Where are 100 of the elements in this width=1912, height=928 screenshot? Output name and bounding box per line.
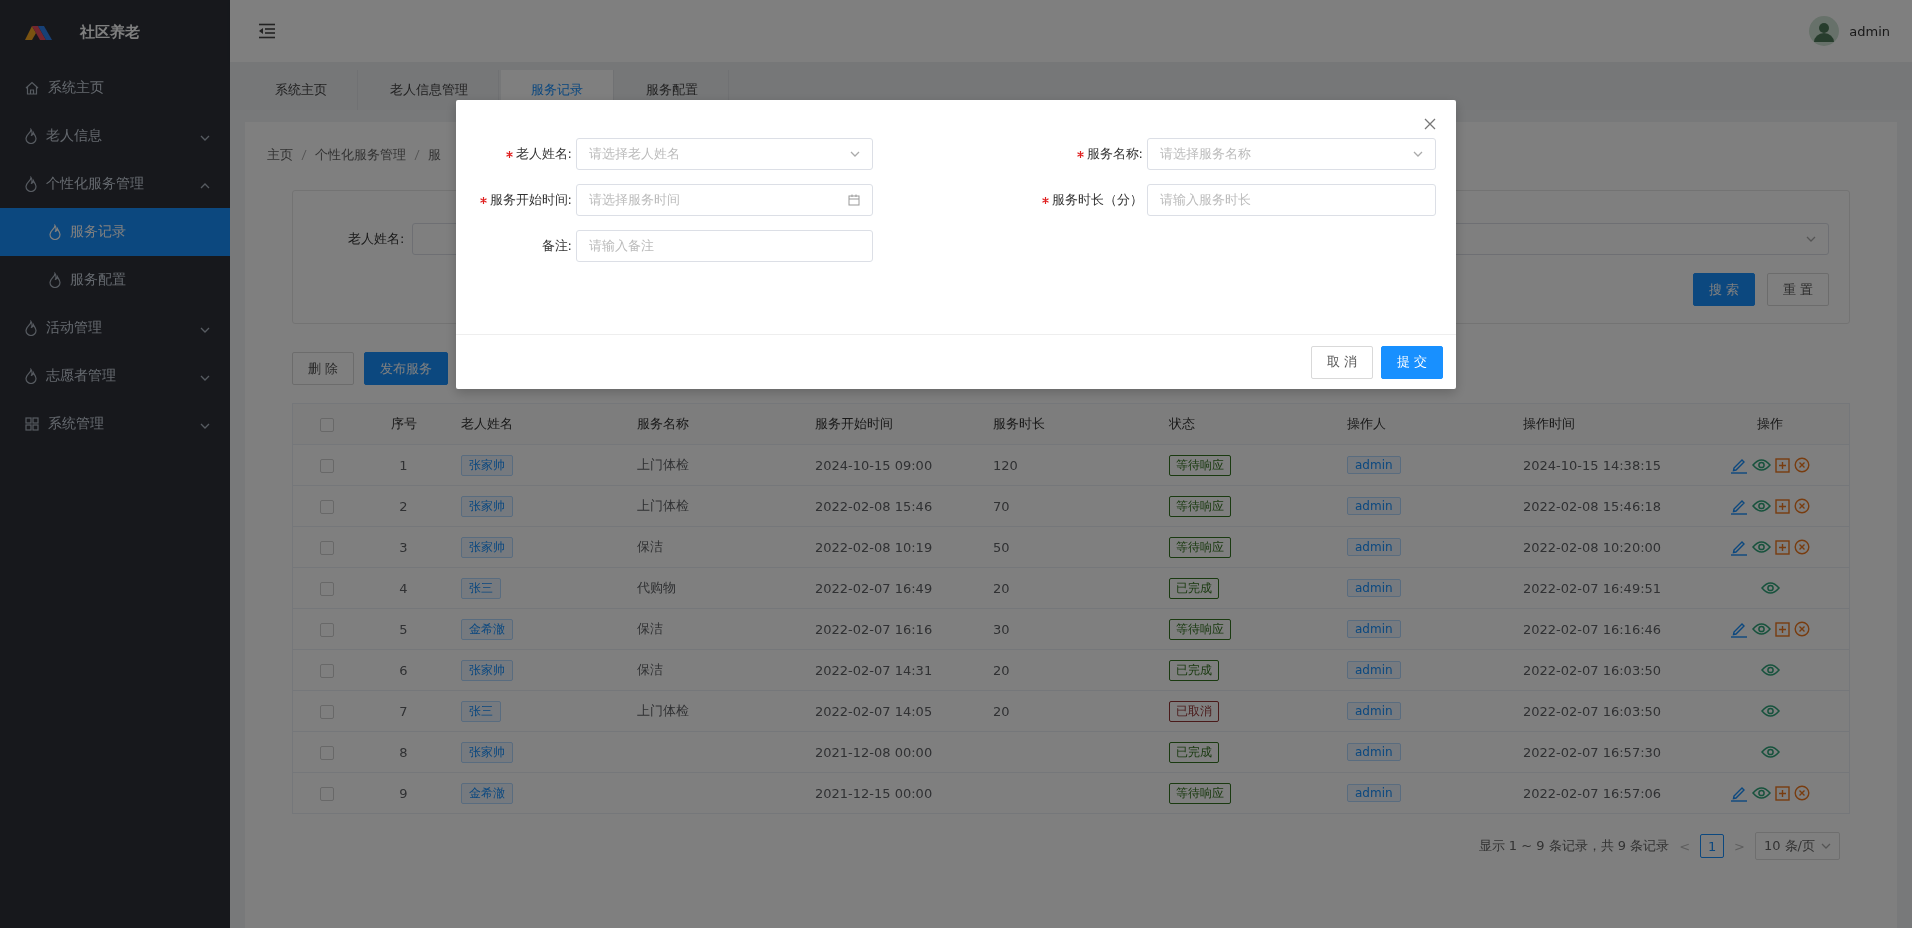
- table-cell: 6: [399, 662, 408, 678]
- calendar-icon: [848, 194, 860, 206]
- chevron-down-icon: [850, 151, 860, 157]
- status-tag: 等待响应: [1169, 618, 1231, 640]
- table-cell-text: 2022-02-07 16:57:30: [1522, 744, 1663, 760]
- menu-item[interactable]: 老人信息: [0, 112, 230, 160]
- menu-item[interactable]: 系统主页: [0, 64, 230, 112]
- page-button[interactable]: 1: [1700, 834, 1725, 858]
- cancel-icon[interactable]: [1794, 498, 1810, 514]
- field-label: 服务时长（分）: [1052, 191, 1143, 209]
- plus-square-icon[interactable]: [1775, 457, 1790, 473]
- menu-item[interactable]: 系统管理: [0, 400, 230, 448]
- table-cell-text: 上门体检: [636, 702, 690, 720]
- name-tag: 张家帅: [461, 659, 513, 681]
- column-header: 服务名称: [636, 415, 690, 433]
- select-field[interactable]: 请选择服务名称: [1147, 138, 1436, 170]
- cancel-icon[interactable]: [1794, 457, 1810, 473]
- breadcrumb-link[interactable]: 个性化服务管理: [315, 146, 406, 164]
- plus-square-icon[interactable]: [1775, 785, 1790, 801]
- name-tag: 张三: [461, 577, 501, 599]
- column-header: 服务开始时间: [814, 415, 894, 433]
- table-cell-text: 2021-12-08 00:00: [814, 744, 934, 760]
- cancel-icon[interactable]: [1794, 621, 1810, 637]
- cancel-icon[interactable]: [1794, 539, 1810, 555]
- operator-tag: admin: [1347, 784, 1401, 802]
- status-tag: 等待响应: [1169, 782, 1231, 804]
- avatar-icon[interactable]: [1809, 16, 1840, 46]
- table-cell-text: 代购物: [636, 579, 677, 597]
- table-cell-text: 保洁: [636, 620, 664, 638]
- table-cell-text: 2022-02-08 10:19: [814, 539, 934, 555]
- flame-icon: [24, 368, 38, 384]
- status-tag: 已完成: [1169, 741, 1219, 763]
- breadcrumb-link[interactable]: 服: [428, 146, 441, 164]
- table-cell: 1: [399, 457, 408, 473]
- pagination-summary: 显示 1 ~ 9 条记录，共 9 条记录: [1478, 837, 1670, 855]
- column-header: 序号: [390, 415, 417, 433]
- flame-icon: [48, 272, 62, 288]
- home-icon: [24, 80, 40, 96]
- submenu-item[interactable]: 服务配置: [0, 256, 230, 304]
- status-tag: 等待响应: [1169, 536, 1231, 558]
- table-cell-text: 2022-02-07 14:05: [814, 703, 934, 719]
- column-header: 操作时间: [1522, 415, 1576, 433]
- plus-square-icon[interactable]: [1775, 621, 1790, 637]
- select-field[interactable]: 请选择老人姓名: [576, 138, 873, 170]
- table-cell-text: 70: [992, 498, 1011, 514]
- table-cell-text: 2024-10-15 14:38:15: [1522, 457, 1663, 473]
- table-cell-text: 2022-02-08 15:46:18: [1522, 498, 1663, 514]
- menu-icon[interactable]: [258, 23, 276, 39]
- table-cell-text: 2022-02-07 16:03:50: [1522, 703, 1663, 719]
- menu-item[interactable]: 个性化服务管理: [0, 160, 230, 208]
- chevron-down-icon: [200, 327, 210, 333]
- table-cell-text: 2022-02-08 10:20:00: [1522, 539, 1663, 555]
- submenu-item[interactable]: 服务记录: [0, 208, 230, 256]
- plus-square-icon[interactable]: [1775, 498, 1790, 514]
- eye-icon[interactable]: [1752, 499, 1771, 513]
- eye-icon[interactable]: [1760, 745, 1780, 759]
- menu-item[interactable]: 活动管理: [0, 304, 230, 352]
- eye-icon[interactable]: [1760, 663, 1780, 677]
- publish-button[interactable]: 发布服务: [364, 352, 449, 385]
- column-header: 状态: [1168, 415, 1196, 433]
- cancel-icon[interactable]: [1794, 785, 1810, 801]
- eye-icon[interactable]: [1760, 581, 1780, 595]
- delete-button[interactable]: 删 除: [292, 352, 355, 385]
- eye-icon[interactable]: [1752, 786, 1771, 800]
- cancel-button[interactable]: 取 消: [1310, 345, 1373, 379]
- eye-icon[interactable]: [1760, 704, 1780, 718]
- chevron-down-icon: [1821, 843, 1831, 849]
- input-field[interactable]: 请输入服务时长: [1147, 184, 1436, 216]
- eye-icon[interactable]: [1752, 458, 1771, 472]
- eye-icon[interactable]: [1752, 540, 1771, 554]
- table-cell-text: 2022-02-07 16:49: [814, 580, 934, 596]
- field-label: 服务名称:: [1086, 145, 1143, 163]
- search-button[interactable]: 搜 索: [1692, 273, 1755, 306]
- breadcrumb-link[interactable]: 主页: [267, 146, 293, 164]
- reset-button[interactable]: 重 置: [1766, 273, 1829, 306]
- table-cell-text: 2022-02-07 16:16:46: [1522, 621, 1663, 637]
- next-page-button[interactable]: >: [1734, 838, 1745, 854]
- input-field[interactable]: 请输入备注: [576, 230, 873, 262]
- table-cell-text: 30: [992, 621, 1011, 637]
- name-tag: 张家帅: [461, 536, 513, 558]
- table-cell-text: 2022-02-07 16:57:06: [1522, 785, 1663, 801]
- prev-page-button[interactable]: <: [1679, 838, 1691, 854]
- date-field[interactable]: 请选择服务时间: [576, 184, 873, 216]
- table-cell-text: 上门体检: [636, 497, 690, 515]
- submit-button[interactable]: 提 交: [1380, 345, 1443, 379]
- table-cell-text: 2021-12-15 00:00: [814, 785, 934, 801]
- close-icon[interactable]: [1424, 118, 1436, 130]
- chevron-down-icon: [200, 135, 210, 141]
- field-label: 服务开始时间:: [489, 191, 572, 209]
- flame-icon: [24, 176, 38, 192]
- page-size-select[interactable]: 10 条/页: [1754, 832, 1840, 860]
- menu-item[interactable]: 志愿者管理: [0, 352, 230, 400]
- operator-tag: admin: [1347, 620, 1401, 638]
- name-tag: 张家帅: [461, 741, 513, 763]
- eye-icon[interactable]: [1752, 622, 1771, 636]
- plus-square-icon[interactable]: [1775, 539, 1790, 555]
- table-cell-text: 2022-02-07 16:49:51: [1522, 580, 1663, 596]
- column-header: 操作人: [1346, 415, 1387, 433]
- status-tag: 等待响应: [1169, 495, 1231, 517]
- separator-icon: [301, 149, 307, 161]
